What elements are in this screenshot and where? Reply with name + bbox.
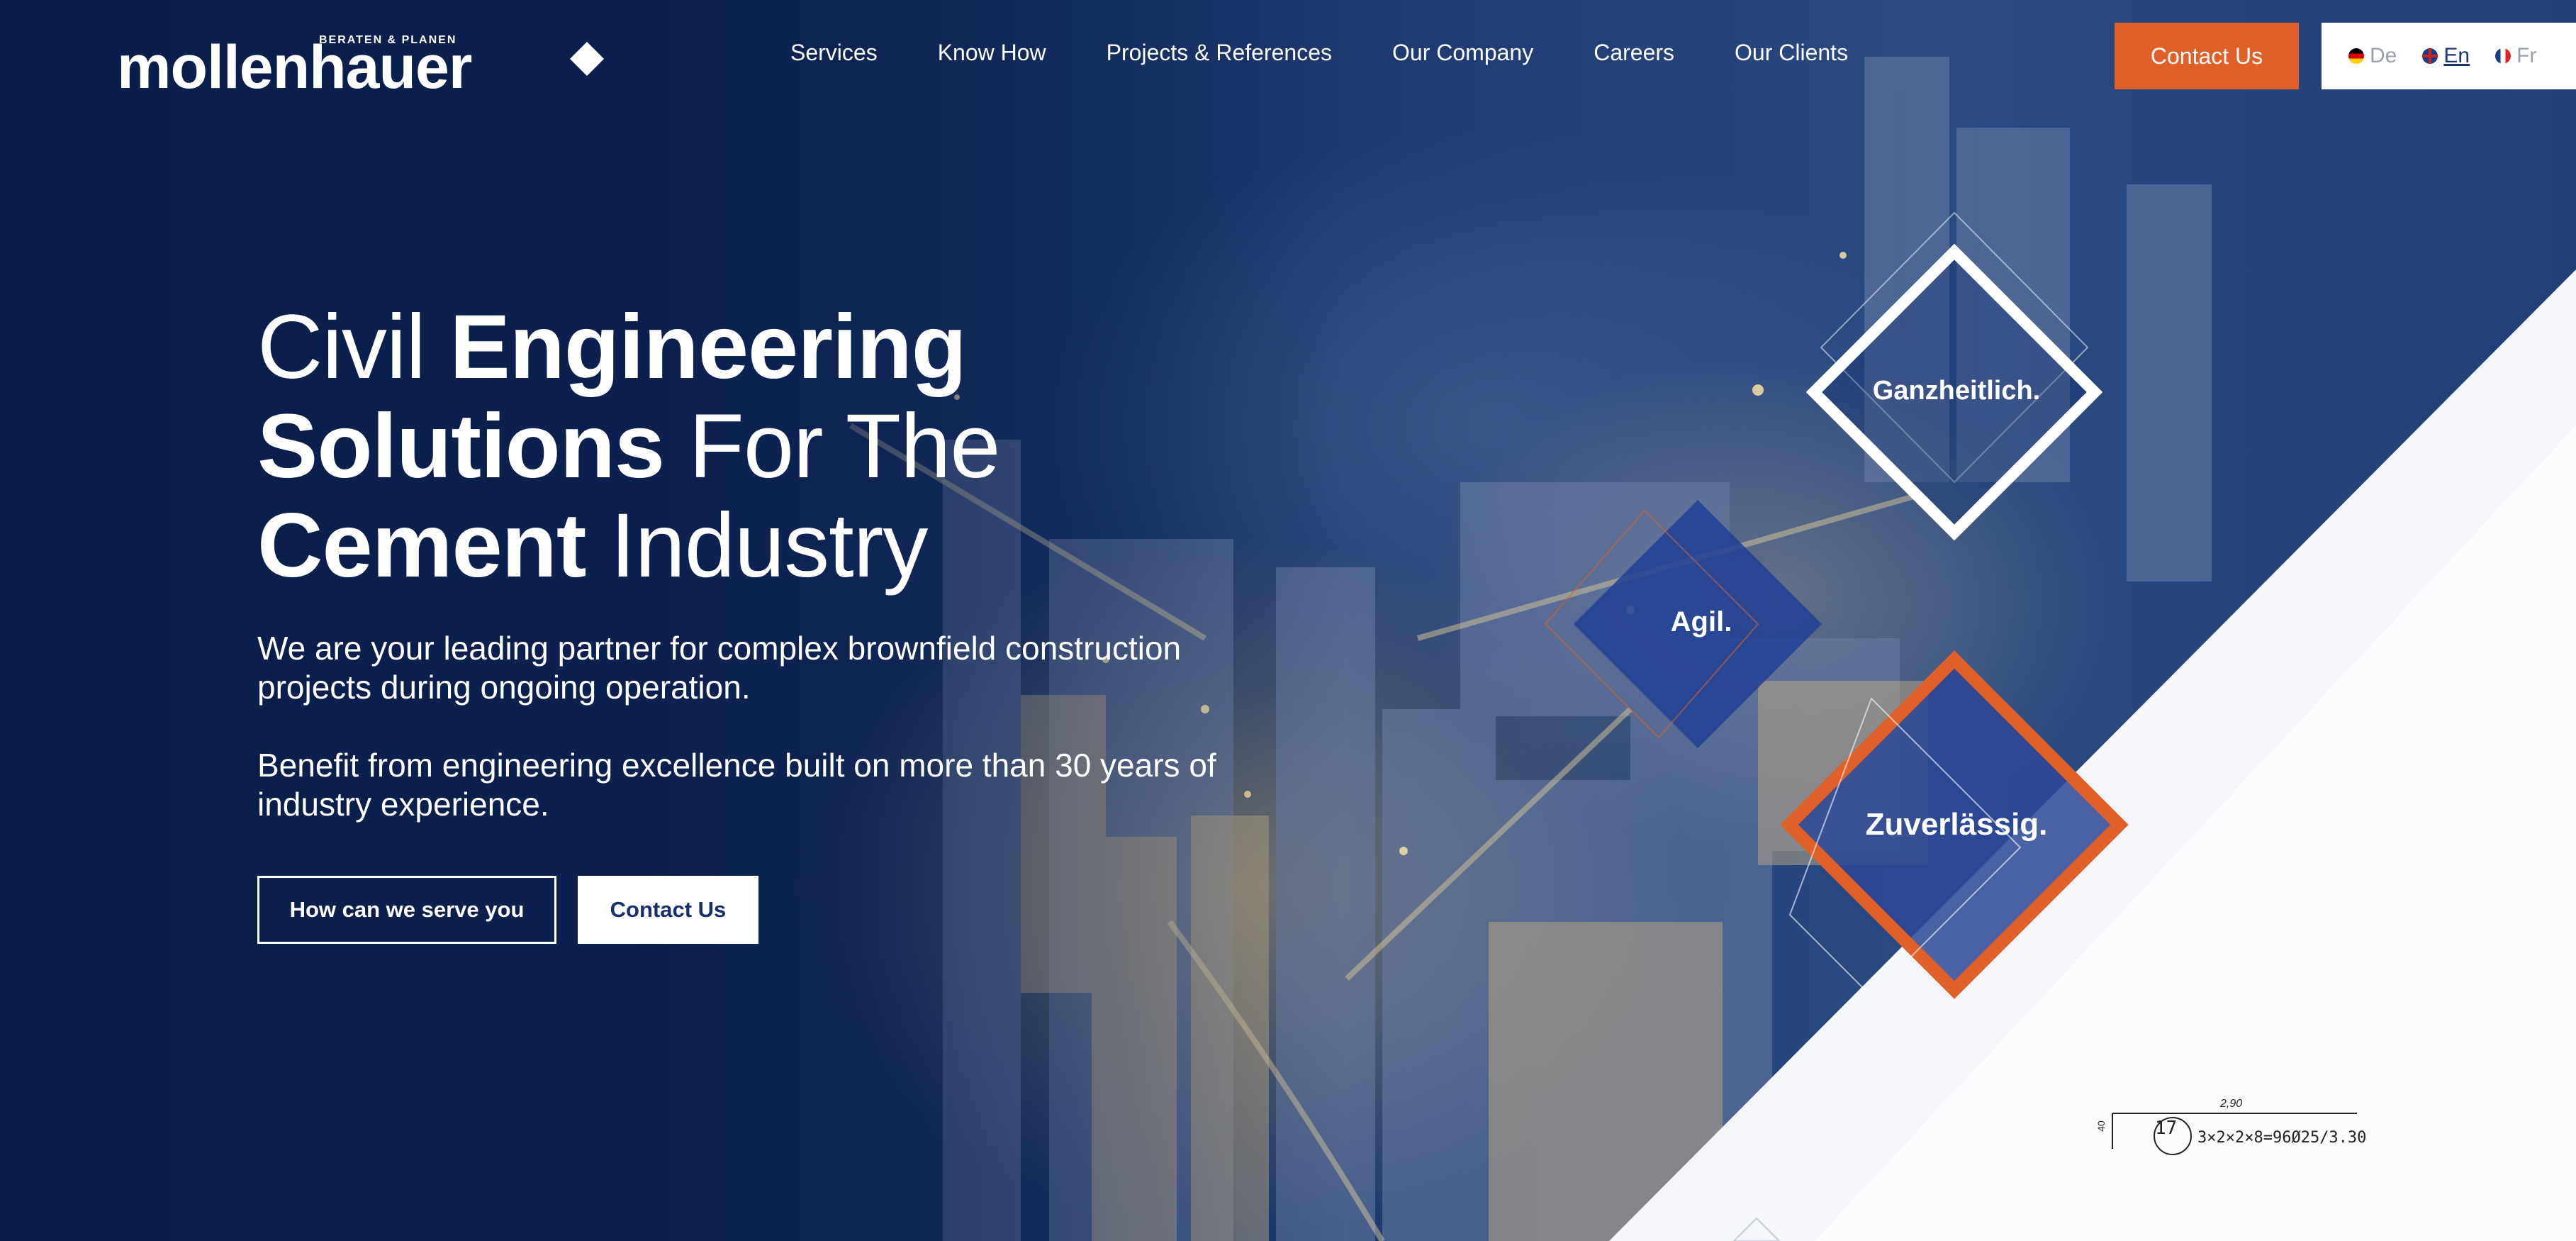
nav-item-our-company[interactable]: Our Company bbox=[1392, 40, 1533, 66]
drawing-position-number: 17 bbox=[2155, 1118, 2178, 1139]
title-part: Engineering bbox=[449, 296, 967, 398]
hero-intro-paragraph: We are your leading partner for complex … bbox=[257, 630, 1182, 706]
title-part: Civil bbox=[257, 296, 450, 398]
site-header: BERATEN & PLANEN mollenhauer Services Kn… bbox=[0, 0, 2576, 113]
value-label-reliable: Zuverlässig. bbox=[1865, 807, 2048, 842]
nav-item-projects-references[interactable]: Projects & References bbox=[1107, 40, 1332, 66]
title-part: Cement bbox=[257, 495, 586, 596]
brand-wordmark: mollenhauer bbox=[117, 33, 472, 101]
nav-item-know-how[interactable]: Know How bbox=[938, 40, 1046, 66]
main-navigation: Services Know How Projects & References … bbox=[790, 40, 1908, 66]
value-label-holistic: Ganzheitlich. bbox=[1872, 376, 2041, 406]
language-option-de[interactable]: De bbox=[2348, 44, 2397, 68]
hero-contact-button[interactable]: Contact Us bbox=[578, 876, 758, 944]
drawing-dimension-side: 40 bbox=[2095, 1120, 2107, 1132]
language-option-en[interactable]: En bbox=[2422, 44, 2470, 68]
header-contact-button[interactable]: Contact Us bbox=[2115, 23, 2299, 89]
de-flag-icon bbox=[2348, 48, 2364, 64]
value-diamonds bbox=[1544, 211, 2129, 1241]
how-can-we-serve-you-button[interactable]: How can we serve you bbox=[257, 876, 556, 944]
rebar-drawing-annotation: 2,90 40 17 3×2×2×8=96Ø25/3.30 bbox=[2091, 1092, 2375, 1163]
logo-diamond-icon bbox=[569, 41, 605, 77]
hero-experience-paragraph: Benefit from engineering excellence buil… bbox=[257, 747, 1216, 823]
hero-heading-block: Civil Engineering Solutions For The Ceme… bbox=[257, 298, 1250, 596]
language-label: En bbox=[2443, 44, 2470, 67]
drawing-dimension-top: 2,90 bbox=[2220, 1098, 2243, 1110]
nav-item-careers[interactable]: Careers bbox=[1594, 40, 1674, 66]
language-label: Fr bbox=[2516, 44, 2537, 67]
title-part: Industry bbox=[586, 495, 928, 596]
fr-flag-icon bbox=[2495, 48, 2511, 64]
language-option-fr[interactable]: Fr bbox=[2495, 44, 2536, 68]
language-switcher: De En Fr bbox=[2322, 23, 2576, 89]
uk-flag-icon bbox=[2422, 48, 2438, 64]
drawing-formula: 3×2×2×8=96Ø25/3.30 bbox=[2197, 1129, 2367, 1147]
title-part: For The bbox=[664, 396, 1001, 497]
nav-item-services[interactable]: Services bbox=[790, 40, 878, 66]
brand-logo[interactable]: BERATEN & PLANEN mollenhauer bbox=[117, 21, 605, 98]
value-label-agile: Agil. bbox=[1670, 606, 1732, 638]
title-part: Solutions bbox=[257, 396, 665, 497]
language-label: De bbox=[2370, 44, 2397, 67]
nav-item-our-clients[interactable]: Our Clients bbox=[1735, 40, 1848, 66]
hero-title: Civil Engineering Solutions For The Ceme… bbox=[257, 298, 1250, 596]
